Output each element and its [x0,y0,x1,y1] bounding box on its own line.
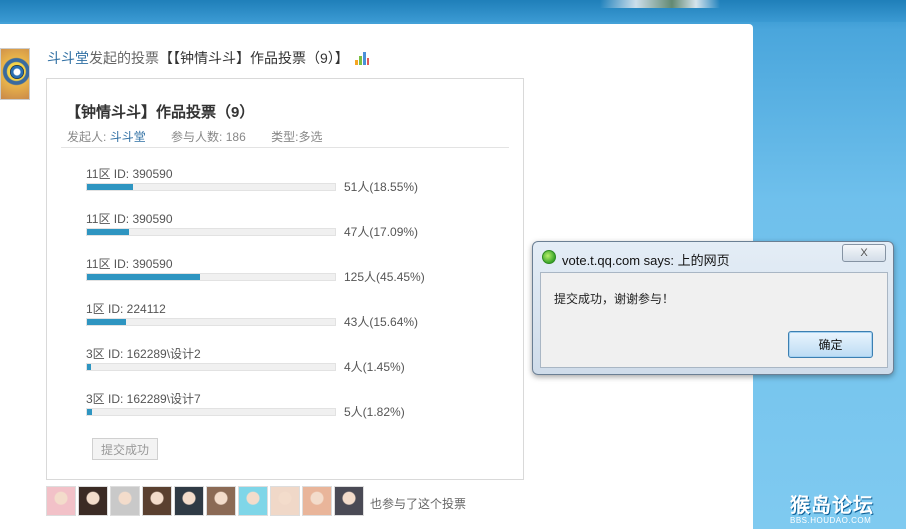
poll-meta: 发起人: 斗斗堂 参与人数: 186 类型:多选 [67,128,322,145]
poll-option: 3区 ID: 162289\设计2 4人(1.45%) [86,345,486,375]
meta-divider [61,147,509,148]
option-label: 3区 ID: 162289\设计2 [86,347,201,361]
option-result: 125人(45.45%) [344,270,425,284]
poll-option: 11区 ID: 390590 47人(17.09%) [86,210,486,240]
participant-avatar[interactable] [46,486,76,516]
headline-verb: 发起的投票 [89,50,159,66]
option-label: 1区 ID: 224112 [86,302,166,316]
participant-avatar[interactable] [334,486,364,516]
top-banner [0,0,906,22]
option-label: 11区 ID: 390590 [86,167,173,181]
browser-icon [542,250,556,264]
participants-count: 参与人数: 186 [171,130,246,144]
participants-strip-label: 也参与了这个投票 [370,497,467,511]
option-progress-fill [87,274,200,280]
participants-value: 186 [225,130,246,144]
option-result: 5人(1.82%) [344,405,405,419]
participant-avatar[interactable] [78,486,108,516]
participant-avatar[interactable] [302,486,332,516]
participant-avatar[interactable] [110,486,140,516]
participant-avatar[interactable] [238,486,268,516]
avatar-eye-decoration [10,65,24,79]
dialog-title: vote.t.qq.com says: 上的网页 [562,253,730,268]
participant-avatar[interactable] [206,486,236,516]
option-progress-fill [87,229,130,235]
ok-button[interactable]: 确定 [788,331,873,358]
initiator-label: 发起人: [67,130,107,144]
option-progress-track [86,273,336,281]
poll-title: 【钟情斗斗】作品投票（9） [66,104,255,121]
poll-type: 类型:多选 [271,130,323,144]
option-result: 51人(18.55%) [344,180,419,194]
dialog-body: 提交成功，谢谢参与！ 确定 [540,272,888,368]
watermark-logo: 猴岛论坛 [790,495,874,517]
option-progress-track [86,318,336,326]
option-result: 4人(1.45%) [344,360,405,374]
poll-card: 【钟情斗斗】作品投票（9） 发起人: 斗斗堂 参与人数: 186 类型:多选 1… [46,78,524,480]
close-icon[interactable]: X [842,244,886,262]
dialog-message: 提交成功，谢谢参与！ [554,292,675,306]
poll-option: 11区 ID: 390590 51人(18.55%) [86,165,486,195]
option-progress-track [86,183,336,191]
banner-decoration [600,0,720,8]
option-progress-fill [87,184,133,190]
bar-chart-icon[interactable] [354,51,370,65]
author-link[interactable]: 斗斗堂 [47,50,89,66]
poll-option: 1区 ID: 224112 43人(15.64%) [86,300,486,330]
option-label: 3区 ID: 162289\设计7 [86,392,201,406]
option-progress-fill [87,364,91,370]
site-watermark: 猴岛论坛 BBS.HOUDAO.COM [790,489,906,525]
option-progress-fill [87,319,126,325]
initiator-link[interactable]: 斗斗堂 [110,130,146,144]
option-result: 43人(15.64%) [344,315,419,329]
poll-option: 3区 ID: 162289\设计7 5人(1.82%) [86,390,486,420]
option-label: 11区 ID: 390590 [86,257,173,271]
author-avatar[interactable] [0,48,30,100]
participant-avatar[interactable] [142,486,172,516]
option-progress-track [86,408,336,416]
submit-button[interactable]: 提交成功 [92,438,158,460]
option-progress-fill [87,409,92,415]
alert-dialog: vote.t.qq.com says: 上的网页 X 提交成功，谢谢参与！ 确定 [532,241,894,375]
watermark-url: BBS.HOUDAO.COM [790,516,872,525]
participant-avatars [46,486,366,518]
option-label: 11区 ID: 390590 [86,212,173,226]
poll-headline: 斗斗堂发起的投票【【钟情斗斗】作品投票（9）】 [47,48,370,68]
participant-avatar[interactable] [174,486,204,516]
poll-option: 11区 ID: 390590 125人(45.45%) [86,255,486,285]
participants-label: 参与人数: [171,130,223,144]
option-progress-track [86,363,336,371]
participant-avatar[interactable] [270,486,300,516]
option-result: 47人(17.09%) [344,225,419,239]
headline-title: 【【钟情斗斗】作品投票（9）】 [159,50,349,66]
option-progress-track [86,228,336,236]
